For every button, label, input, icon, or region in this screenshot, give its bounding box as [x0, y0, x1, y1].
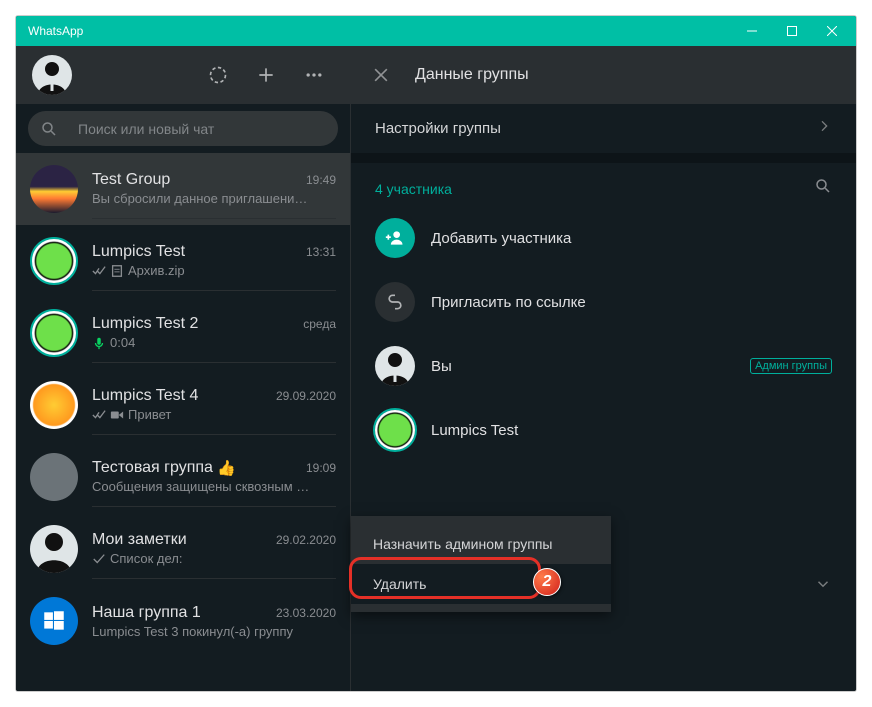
new-chat-icon[interactable]: [246, 55, 286, 95]
annotation-badge: 2: [533, 568, 561, 596]
search-participants-button[interactable]: [814, 177, 832, 200]
search-input[interactable]: Поиск или новый чат: [28, 111, 338, 146]
chat-list[interactable]: Test Group 19:49 Вы сбросили данное пригл…: [16, 153, 350, 691]
invite-link-label: Пригласить по ссылке: [431, 294, 832, 311]
link-icon: [375, 282, 415, 322]
search-placeholder: Поиск или новый чат: [78, 121, 214, 137]
chat-avatar: [30, 309, 78, 357]
search-icon: [40, 120, 58, 138]
chat-item[interactable]: Наша группа 1 23.03.2020 Lumpics Test 3 п…: [16, 585, 350, 657]
chat-avatar: [30, 237, 78, 285]
chat-item[interactable]: Lumpics Test 4 29.09.2020 Привет: [16, 369, 350, 441]
chat-avatar: [30, 597, 78, 645]
chat-time: 23.03.2020: [276, 606, 336, 620]
minimize-button[interactable]: [732, 16, 772, 46]
chevron-right-icon: [816, 118, 832, 139]
close-window-button[interactable]: [812, 16, 852, 46]
ctx-make-admin[interactable]: Назначить админом группы: [351, 524, 611, 564]
participants-header: 4 участника: [351, 163, 856, 206]
participant-you-row[interactable]: Вы Админ группы: [351, 334, 856, 398]
chat-name: Lumpics Test 4: [92, 387, 198, 405]
participant-avatar: [375, 410, 415, 450]
add-participant-label: Добавить участника: [431, 230, 832, 247]
chat-item[interactable]: Мои заметки 29.02.2020 Список дел:: [16, 513, 350, 585]
close-panel-button[interactable]: [371, 65, 391, 85]
participant-avatar: [375, 346, 415, 386]
chat-time: среда: [303, 317, 336, 331]
add-participant-row[interactable]: Добавить участника: [351, 206, 856, 270]
chat-preview: Архив.zip: [92, 263, 336, 278]
chat-preview: Список дел:: [92, 551, 336, 566]
chat-time: 13:31: [306, 245, 336, 259]
menu-icon[interactable]: [294, 55, 334, 95]
chat-item[interactable]: Test Group 19:49 Вы сбросили данное пригл…: [16, 153, 350, 225]
chat-item[interactable]: Lumpics Test 13:31 Архив.zip: [16, 225, 350, 297]
panel-header: Данные группы: [351, 46, 856, 104]
titlebar: WhatsApp: [16, 16, 856, 46]
double-check-icon: [92, 264, 106, 278]
chat-time: 29.09.2020: [276, 389, 336, 403]
participant-name: Lumpics Test: [431, 422, 832, 439]
chat-preview: Сообщения защищены сквозным …: [92, 479, 336, 494]
left-panel: Поиск или новый чат Test Group 19:49 Вы с…: [16, 46, 351, 691]
left-header: [16, 46, 350, 104]
participant-row[interactable]: Lumpics Test: [351, 398, 856, 462]
chat-preview: Привет: [92, 407, 336, 422]
participants-count: 4 участника: [375, 181, 452, 197]
own-avatar[interactable]: [32, 55, 72, 95]
chat-name: Мои заметки: [92, 531, 187, 549]
participant-name: Вы: [431, 358, 734, 375]
context-menu: Назначить админом группы Удалить: [351, 516, 611, 612]
group-info-panel: Данные группы Настройки группы 4 участни…: [351, 46, 856, 691]
chat-time: 29.02.2020: [276, 533, 336, 547]
chat-name: Test Group: [92, 171, 170, 189]
add-user-icon: [375, 218, 415, 258]
chat-preview: Вы сбросили данное приглашени…: [92, 191, 336, 206]
ctx-remove[interactable]: Удалить: [351, 564, 611, 604]
app-title: WhatsApp: [28, 24, 83, 38]
chat-name: Lumpics Test: [92, 243, 185, 261]
check-icon: [92, 552, 106, 566]
mic-icon: [92, 336, 106, 350]
chat-name: Тестовая группа👍: [92, 459, 236, 477]
video-icon: [110, 408, 124, 422]
thumbs-up-icon: 👍: [217, 459, 236, 477]
maximize-button[interactable]: [772, 16, 812, 46]
status-icon[interactable]: [198, 55, 238, 95]
double-check-icon: [92, 408, 106, 422]
chat-preview: 0:04: [92, 335, 336, 350]
chat-avatar: [30, 525, 78, 573]
window-controls: [732, 16, 852, 46]
invite-link-row[interactable]: Пригласить по ссылке: [351, 270, 856, 334]
chat-name: Lumpics Test 2: [92, 315, 198, 333]
chat-item[interactable]: Lumpics Test 2 среда 0:04: [16, 297, 350, 369]
chat-avatar: [30, 165, 78, 213]
chat-item[interactable]: Тестовая группа👍 19:09 Сообщения защищены…: [16, 441, 350, 513]
chat-avatar: [30, 453, 78, 501]
admin-badge: Админ группы: [750, 358, 832, 374]
chat-name: Наша группа 1: [92, 604, 201, 622]
group-settings-label: Настройки группы: [375, 120, 501, 137]
panel-title: Данные группы: [415, 66, 529, 84]
group-settings-row[interactable]: Настройки группы: [351, 104, 856, 153]
chat-avatar: [30, 381, 78, 429]
chevron-down-icon[interactable]: [814, 575, 832, 598]
chat-time: 19:49: [306, 173, 336, 187]
chat-preview: Lumpics Test 3 покинул(-а) группу: [92, 624, 336, 639]
chat-time: 19:09: [306, 461, 336, 475]
document-icon: [110, 264, 124, 278]
